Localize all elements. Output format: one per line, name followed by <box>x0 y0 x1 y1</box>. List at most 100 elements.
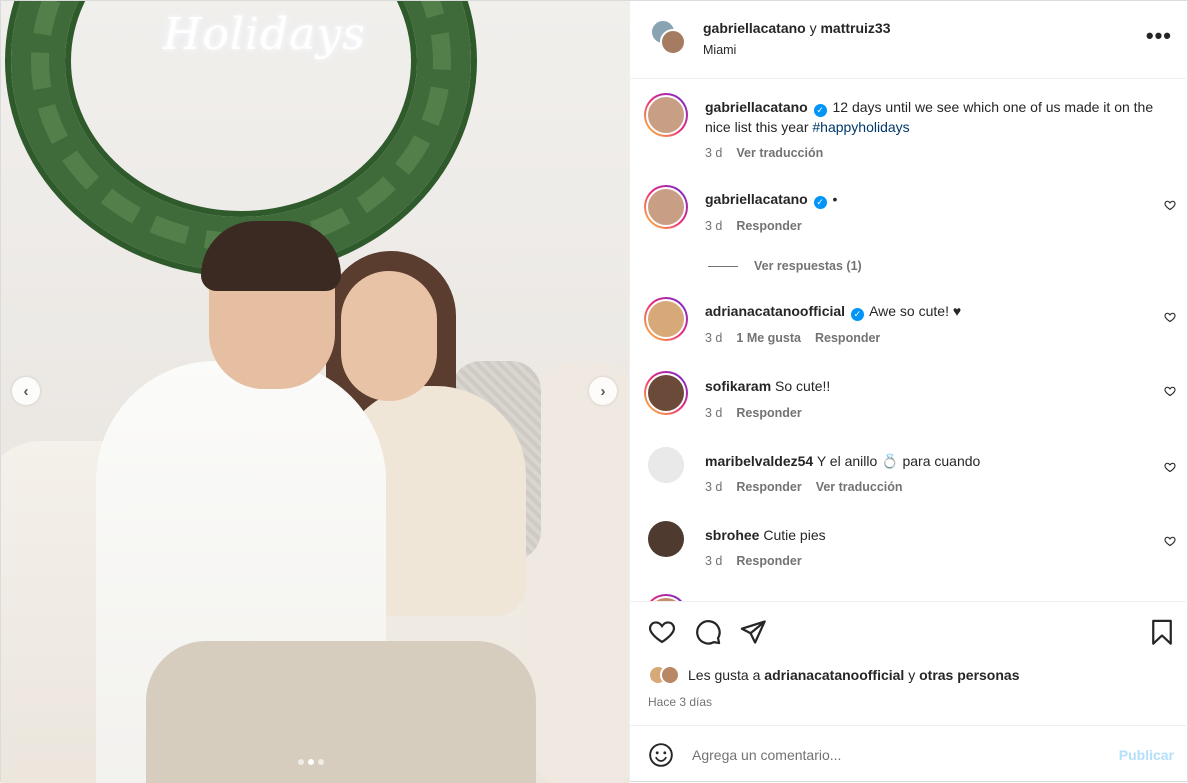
woman-face <box>341 271 437 401</box>
timestamp[interactable]: 3 d <box>705 331 722 345</box>
previous-slide-button[interactable]: ‹ <box>12 377 40 405</box>
comment-meta: 3 d Responder <box>705 406 802 420</box>
liker-avatars <box>648 665 680 685</box>
translate-button[interactable]: Ver traducción <box>816 480 903 494</box>
avatar[interactable] <box>660 665 680 685</box>
add-comment-bar: Publicar <box>630 725 1188 783</box>
emoji-icon[interactable] <box>648 742 674 768</box>
post-header: gabriellacatano y mattruiz33 Miami ••• <box>630 1 1188 79</box>
hashtag-link[interactable]: #happyholidays <box>812 119 909 135</box>
comment-input[interactable] <box>692 742 1092 768</box>
like-heart-icon[interactable] <box>648 618 676 646</box>
likes-summary: Les gusta a adrianacatanoofficial y otra… <box>648 665 1019 685</box>
avatar[interactable] <box>644 297 688 341</box>
next-slide-button[interactable]: › <box>589 377 617 405</box>
timestamp[interactable]: 3 d <box>705 406 722 420</box>
view-replies-button[interactable]: Ver respuestas (1) <box>708 259 862 273</box>
slide-dot <box>318 759 324 765</box>
man-hair <box>201 221 341 291</box>
avatar[interactable] <box>644 185 688 229</box>
chevron-left-icon: ‹ <box>23 382 29 400</box>
comment-meta: 3 d Responder <box>705 219 802 233</box>
avatar[interactable] <box>648 447 684 483</box>
man-pants <box>146 641 536 783</box>
verified-badge-icon: ✓ <box>813 196 827 209</box>
timestamp[interactable]: 3 d <box>705 146 722 160</box>
comment-username[interactable]: sofikaram <box>705 378 771 394</box>
share-send-icon[interactable] <box>739 618 767 646</box>
avatar[interactable] <box>644 93 688 137</box>
default-avatar-icon <box>648 447 684 483</box>
likes-text: Les gusta a adrianacatanoofficial y otra… <box>688 667 1019 683</box>
comment-meta: 3 d 1 Me gusta Responder <box>705 331 880 345</box>
like-comment-heart-icon[interactable] <box>1164 535 1176 547</box>
save-bookmark-icon[interactable] <box>1148 618 1176 646</box>
reply-button[interactable]: Responder <box>736 406 801 420</box>
avatar[interactable] <box>660 29 686 55</box>
comment-text: sofikaram So cute!! <box>705 376 1155 396</box>
post-media[interactable]: Holidays ‹ › <box>1 1 629 783</box>
comment-body: • <box>832 191 838 207</box>
comment-body: So cute!! <box>775 378 831 394</box>
comment-username[interactable]: adrianacatanoofficial <box>705 303 845 319</box>
neon-sign: Holidays <box>163 9 366 60</box>
comments-list[interactable]: gabriellacatano ✓ 12 days until we see w… <box>630 79 1188 601</box>
caption-text: gabriellacatano ✓ 12 days until we see w… <box>705 97 1155 137</box>
likes-conjunction: y <box>908 667 916 683</box>
verified-badge-icon: ✓ <box>850 308 864 321</box>
likes-others-link[interactable]: otras personas <box>919 667 1019 683</box>
author-link[interactable]: gabriellacatano <box>703 20 806 36</box>
timestamp[interactable]: 3 d <box>705 480 722 494</box>
comment-body: Cutie pies <box>763 527 826 543</box>
view-replies-label: Ver respuestas (1) <box>754 259 862 273</box>
comment-bubble-icon[interactable] <box>694 618 722 646</box>
publish-button[interactable]: Publicar <box>1119 747 1174 763</box>
coauthor-link[interactable]: mattruiz33 <box>820 20 890 36</box>
avatar-image <box>648 521 684 557</box>
comment-username[interactable]: sbrohee <box>705 527 759 543</box>
reply-button[interactable]: Responder <box>736 480 801 494</box>
like-comment-heart-icon[interactable] <box>1164 461 1176 473</box>
reply-button[interactable]: Responder <box>736 219 801 233</box>
slide-dot-active <box>308 759 314 765</box>
comment-body: Y el anillo 💍 para cuando <box>816 453 981 469</box>
avatar[interactable] <box>648 521 684 557</box>
slide-indicator <box>298 759 324 765</box>
authors-connector: y <box>809 20 817 36</box>
like-comment-heart-icon[interactable] <box>1164 385 1176 397</box>
location-link[interactable]: Miami <box>703 43 736 57</box>
verified-badge-icon: ✓ <box>813 104 827 117</box>
more-options-icon[interactable]: ••• <box>1146 23 1172 49</box>
chevron-right-icon: › <box>600 382 606 400</box>
avatar[interactable] <box>644 371 688 415</box>
liker-username-link[interactable]: adrianacatanoofficial <box>764 667 904 683</box>
comment-text: maribelvaldez54 Y el anillo 💍 para cuand… <box>705 451 1155 471</box>
caption-username[interactable]: gabriellacatano <box>705 99 808 115</box>
post-authors: gabriellacatano y mattruiz33 <box>703 20 891 36</box>
avatar[interactable] <box>644 594 688 601</box>
comment-body: Awe so cute! ♥ <box>869 303 962 319</box>
comment-text: sbrohee Cutie pies <box>705 525 1155 545</box>
comment-text: gabriellacatano ✓ • <box>705 189 1155 209</box>
comment-likes[interactable]: 1 Me gusta <box>736 331 801 345</box>
likes-prefix: Les gusta a <box>688 667 761 683</box>
caption-meta: 3 d Ver traducción <box>705 146 823 160</box>
comment-meta: 3 d Responder Ver traducción <box>705 480 903 494</box>
post-actions <box>630 601 1188 725</box>
like-comment-heart-icon[interactable] <box>1164 199 1176 211</box>
comment-username[interactable]: maribelvaldez54 <box>705 453 813 469</box>
comment-meta: 3 d Responder <box>705 554 802 568</box>
like-comment-heart-icon[interactable] <box>1164 311 1176 323</box>
replies-divider <box>708 265 738 267</box>
translate-button[interactable]: Ver traducción <box>736 146 823 160</box>
post-side-panel: gabriellacatano y mattruiz33 Miami ••• g… <box>629 1 1188 783</box>
post-dialog: Holidays ‹ › gabriellacatano y mattruiz3… <box>0 0 1188 783</box>
comment-username[interactable]: gabriellacatano <box>705 191 808 207</box>
reply-button[interactable]: Responder <box>815 331 880 345</box>
comment-text: adrianacatanoofficial ✓ Awe so cute! ♥ <box>705 301 1155 321</box>
timestamp[interactable]: 3 d <box>705 219 722 233</box>
reply-button[interactable]: Responder <box>736 554 801 568</box>
slide-dot <box>298 759 304 765</box>
post-date[interactable]: Hace 3 días <box>648 695 712 709</box>
timestamp[interactable]: 3 d <box>705 554 722 568</box>
